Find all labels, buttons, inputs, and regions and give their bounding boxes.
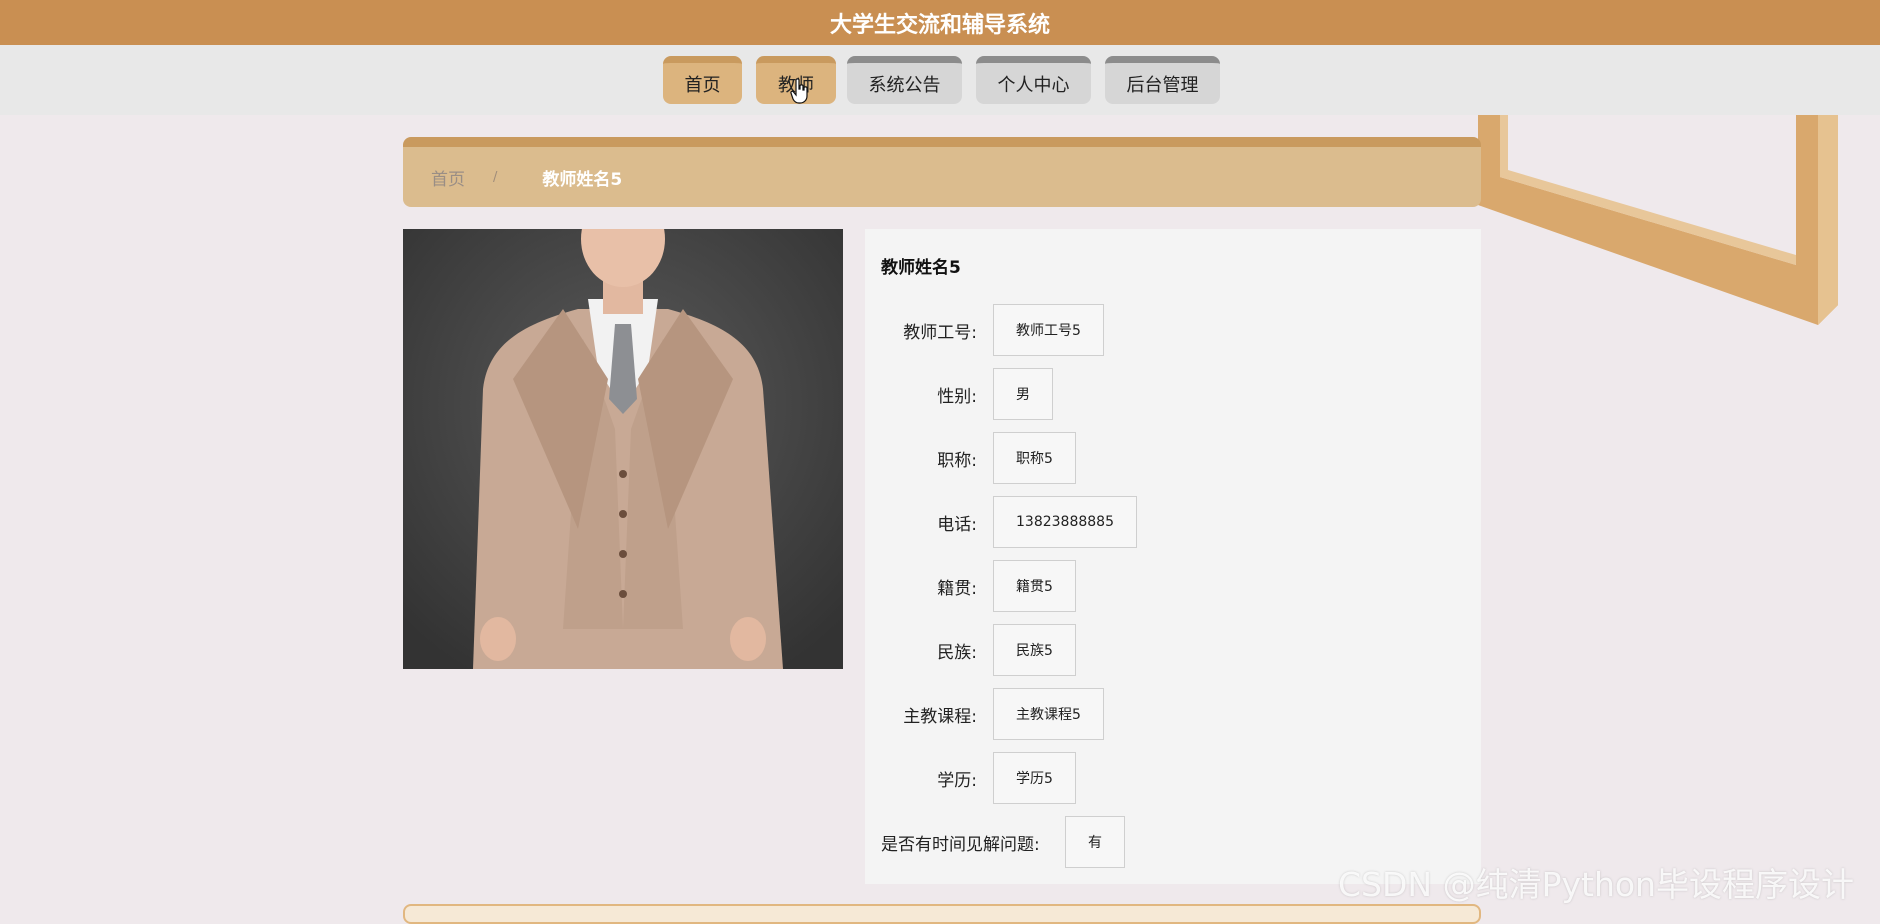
field-label: 性别: — [937, 386, 977, 407]
breadcrumb-current: 教师姓名5 — [542, 169, 623, 190]
teacher-portrait-image — [403, 229, 843, 669]
bottom-section-bar — [403, 904, 1481, 924]
site-title: 大学生交流和辅导系统 — [829, 12, 1050, 38]
field-label: 电话: — [937, 514, 977, 535]
field-label: 职称: — [937, 450, 977, 471]
field-value: 民族5 — [993, 624, 1076, 676]
field-title: 职称: 职称5 — [865, 432, 1076, 484]
field-value: 有 — [1065, 816, 1125, 868]
nav-home[interactable]: 首页 — [663, 56, 742, 104]
breadcrumb: 首页 / 教师姓名5 — [403, 137, 1481, 207]
watermark: CSDN @纯清Python毕设程序设计 — [1338, 865, 1854, 904]
field-label: 学历: — [937, 770, 977, 791]
field-value: 职称5 — [993, 432, 1076, 484]
field-value: 男 — [993, 368, 1053, 420]
site-title-bar: 大学生交流和辅导系统 — [0, 0, 1880, 45]
field-value: 籍贯5 — [993, 560, 1076, 612]
field-label: 教师工号: — [903, 322, 977, 343]
field-ethnicity: 民族: 民族5 — [865, 624, 1076, 676]
field-label: 主教课程: — [903, 706, 977, 727]
field-value: 教师工号5 — [993, 304, 1104, 356]
field-education: 学历: 学历5 — [865, 752, 1076, 804]
field-value: 13823888885 — [993, 496, 1137, 548]
breadcrumb-home-link[interactable]: 首页 — [431, 165, 465, 190]
teacher-detail-panel: 教师姓名5 教师工号: 教师工号5 性别: 男 职称: 职称5 电话: 1382… — [865, 229, 1481, 884]
field-value: 学历5 — [993, 752, 1076, 804]
main-nav: 首页 教师 系统公告 个人中心 后台管理 — [0, 45, 1880, 115]
field-native-place: 籍贯: 籍贯5 — [865, 560, 1076, 612]
teacher-photo — [403, 229, 843, 669]
field-label: 是否有时间见解问题: — [881, 834, 1040, 855]
field-label: 民族: — [937, 642, 977, 663]
field-main-course: 主教课程: 主教课程5 — [865, 688, 1104, 740]
field-gender: 性别: 男 — [865, 368, 1053, 420]
field-label: 籍贯: — [937, 578, 977, 599]
nav-personal-center[interactable]: 个人中心 — [976, 56, 1091, 104]
teacher-name-heading: 教师姓名5 — [881, 258, 961, 278]
field-availability: 是否有时间见解问题: 有 — [865, 816, 1125, 868]
decorative-frame — [1478, 115, 1838, 325]
nav-announcements[interactable]: 系统公告 — [847, 56, 962, 104]
hand-pointer-icon — [790, 78, 808, 104]
field-phone: 电话: 13823888885 — [865, 496, 1137, 548]
breadcrumb-separator: / — [493, 169, 498, 185]
field-value: 主教课程5 — [993, 688, 1104, 740]
nav-admin[interactable]: 后台管理 — [1105, 56, 1220, 104]
field-teacher-id: 教师工号: 教师工号5 — [865, 304, 1104, 356]
